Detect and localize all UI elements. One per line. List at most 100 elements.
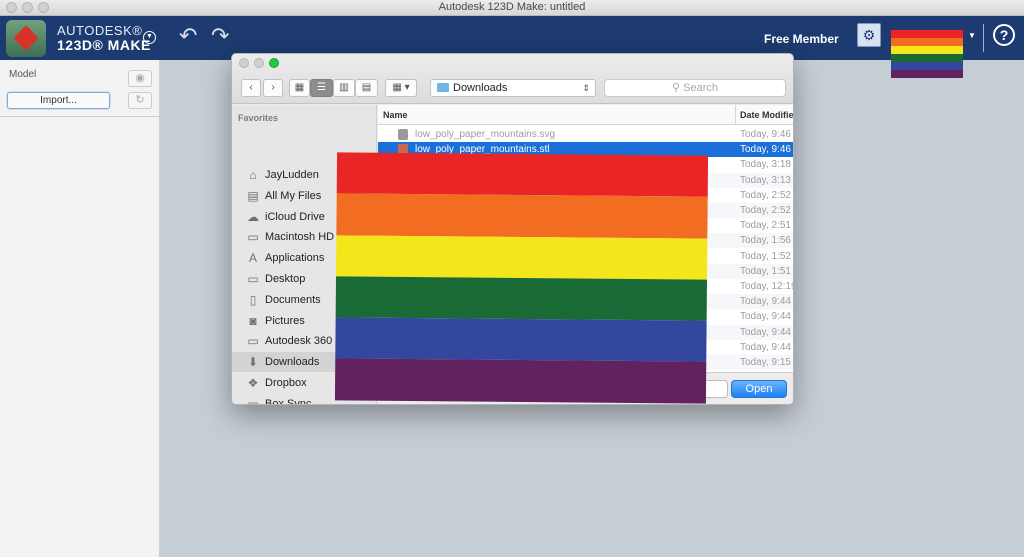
flag-stripe — [335, 276, 707, 321]
svg-file-icon — [398, 129, 408, 140]
sidebar-item-label: Desktop — [265, 273, 306, 285]
files-icon: ▤ — [247, 188, 259, 203]
flag-stripe — [335, 317, 707, 363]
list-view-icon[interactable]: ☰ — [310, 79, 333, 97]
user-avatar-icon[interactable]: ⚙ — [857, 23, 881, 47]
sidebar-item-label: Pictures — [265, 314, 305, 327]
back-chevron-icon[interactable]: ‹ — [241, 79, 261, 97]
rainbow-flag-small — [891, 30, 963, 78]
dropbox-icon: ❖ — [247, 376, 259, 390]
sidebar-item-label: Macintosh HD — [265, 231, 335, 244]
left-panel: Model Import... ◉ ↻ — [0, 60, 160, 557]
file-date: Today, 2:51 — [740, 220, 791, 232]
sidebar-item-label: Documents — [265, 293, 321, 306]
minimize-window-button[interactable] — [22, 2, 33, 13]
window-title: Autodesk 123D Make: untitled — [438, 1, 586, 13]
redo-icon[interactable]: ↷ — [211, 25, 229, 47]
dialog-toolbar: ‹ › ▦ ☰ ▥ ▤ ▦ ▾ Downloads ⇕ ⚲ Search — [232, 54, 793, 104]
arrange-menu-icon[interactable]: ▦ ▾ — [385, 79, 417, 97]
column-date-header[interactable]: Date Modifie — [735, 105, 793, 125]
column-name-header[interactable]: Name — [383, 105, 408, 125]
file-date: Today, 1:56 — [740, 235, 791, 247]
refresh-icon[interactable]: ↻ — [128, 92, 152, 109]
flag-stripe — [891, 54, 963, 62]
window-title-bar: Autodesk 123D Make: untitled — [0, 0, 1024, 16]
visibility-eye-icon[interactable]: ◉ — [128, 70, 152, 87]
file-date: Today, 1:51 — [740, 265, 791, 277]
sidebar-item-label: Applications — [265, 252, 325, 265]
sidebar-item-label: Dropbox — [265, 377, 307, 389]
favorites-title: Favorites — [238, 113, 279, 123]
close-window-button[interactable] — [6, 2, 17, 13]
file-row[interactable]: low_poly_paper_mountains.svg Today, 9:46 — [378, 127, 793, 142]
sidebar-item-label: Box Sync — [265, 397, 312, 405]
search-input[interactable]: ⚲ Search — [604, 79, 786, 97]
rainbow-flag-overlay — [334, 152, 709, 404]
file-date: Today, 9:46 — [740, 144, 791, 156]
member-status: Free Member — [764, 32, 839, 46]
flag-stripe — [891, 30, 963, 38]
dialog-minimize-button[interactable] — [254, 58, 264, 68]
sidebar-item-label: iCloud Drive — [265, 210, 325, 223]
file-date: Today, 9:46 — [740, 129, 791, 140]
flag-stripe — [336, 193, 708, 239]
flag-stripe — [336, 234, 708, 280]
help-icon[interactable]: ? — [993, 24, 1015, 46]
sidebar-item-label: All My Files — [265, 189, 322, 202]
file-date: Today, 2:52 — [740, 205, 791, 216]
downloads-icon: ⬇ — [247, 355, 259, 370]
model-label: Model — [9, 69, 37, 80]
sidebar-item-label: Autodesk 360 — [265, 335, 333, 348]
flag-stripe — [336, 152, 709, 197]
file-date: Today, 9:44 — [740, 296, 791, 308]
cloud-icon: ☁ — [247, 209, 259, 224]
file-date: Today, 9:44 — [740, 311, 791, 323]
icon-view-icon[interactable]: ▦ — [289, 79, 310, 97]
flag-stripe — [891, 38, 963, 46]
flag-stripe — [334, 358, 707, 404]
app-menu-chevron-icon[interactable]: ▼ — [143, 31, 156, 44]
divider — [983, 24, 984, 52]
disk-icon: ▭ — [247, 230, 259, 245]
file-date: Today, 9:44 — [740, 341, 791, 353]
dialog-close-button[interactable] — [239, 58, 249, 68]
file-date: Today, 2:52 — [740, 189, 791, 201]
documents-icon: ▯ — [249, 292, 257, 307]
location-label: Downloads — [453, 82, 508, 94]
brand-autodesk: AUTODESK® — [57, 23, 143, 38]
file-date: Today, 1:52 — [740, 250, 791, 262]
zoom-window-button[interactable] — [38, 2, 49, 13]
undo-icon[interactable]: ↶ — [179, 25, 197, 47]
coverflow-view-icon[interactable]: ▤ — [355, 79, 378, 97]
folder-icon — [437, 83, 449, 92]
search-placeholder: Search — [683, 82, 718, 94]
file-date: Today, 12:19 — [740, 281, 794, 292]
file-date: Today, 9:15 — [740, 357, 791, 368]
file-date: Today, 3:13 — [740, 174, 791, 186]
flag-stripe — [891, 62, 963, 70]
dialog-zoom-button[interactable] — [269, 58, 279, 68]
file-list-header: Name Date Modifie — [378, 105, 793, 125]
home-icon: ⌂ — [249, 168, 257, 182]
updown-chevron-icon: ⇕ — [582, 83, 590, 93]
open-button[interactable]: Open — [731, 380, 787, 398]
user-menu-chevron-icon[interactable]: ▼ — [968, 31, 976, 40]
flag-stripe — [891, 46, 963, 54]
column-view-icon[interactable]: ▥ — [333, 79, 355, 97]
file-date: Today, 9:44 — [740, 326, 791, 338]
model-section: Model Import... ◉ ↻ — [0, 60, 160, 117]
app-logo-icon — [6, 20, 46, 57]
forward-chevron-icon[interactable]: › — [263, 79, 283, 97]
search-icon: ⚲ — [672, 82, 681, 94]
import-button[interactable]: Import... — [7, 92, 110, 109]
sidebar-item-label: Downloads — [265, 356, 320, 369]
folder-icon: ▭ — [247, 396, 259, 405]
location-dropdown[interactable]: Downloads ⇕ — [430, 79, 596, 97]
file-date: Today, 3:18 — [740, 159, 791, 171]
camera-icon: ◙ — [249, 313, 257, 328]
desktop-icon: ▭ — [247, 272, 259, 286]
file-name: low_poly_paper_mountains.svg — [415, 129, 556, 140]
brand-product: 123D® MAKE — [57, 37, 151, 53]
flag-stripe — [891, 70, 963, 78]
sidebar-item-label: JayLudden — [265, 169, 319, 181]
